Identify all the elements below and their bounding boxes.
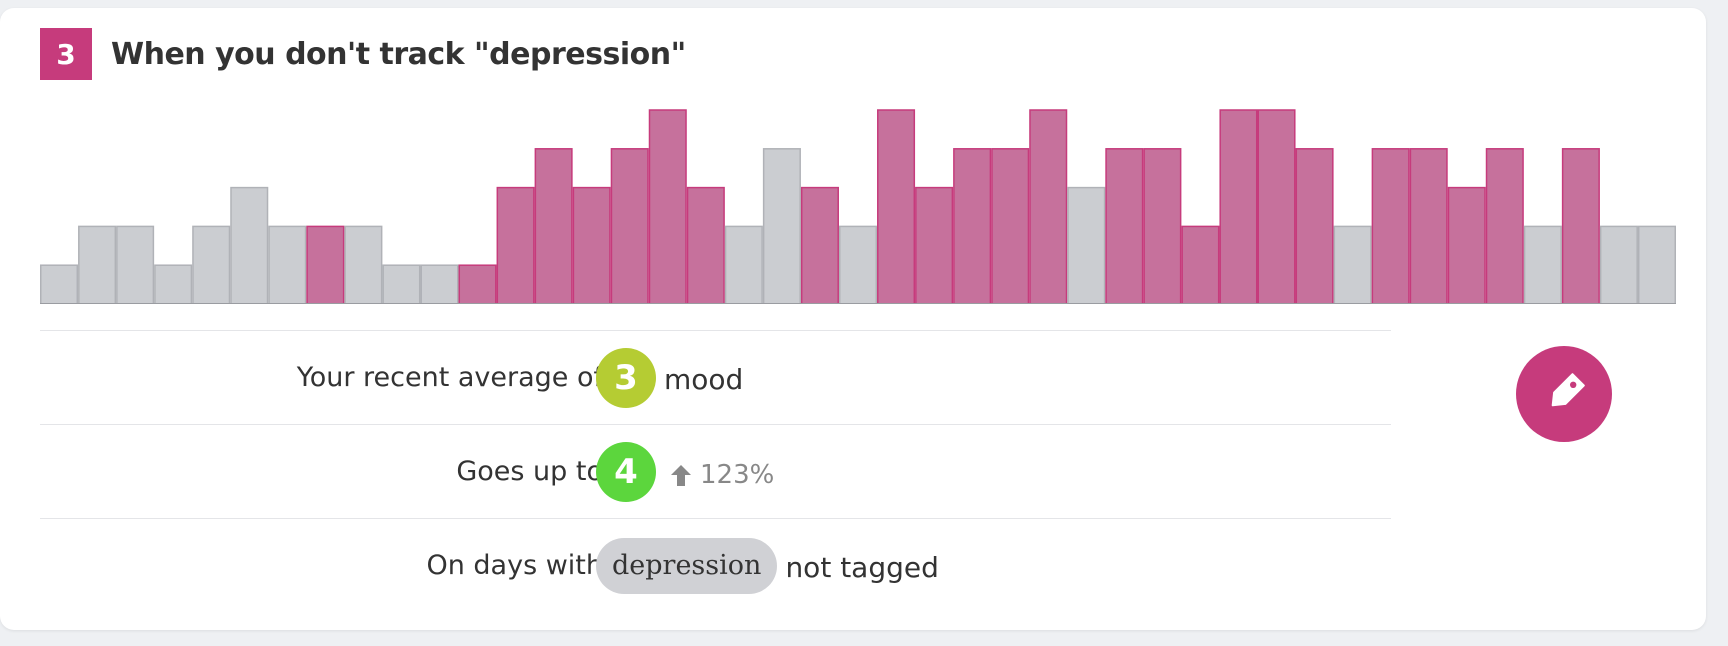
chart-bar [420, 264, 459, 304]
chart-bar [610, 148, 649, 304]
chart-bar [1029, 109, 1068, 304]
chart-bar [1105, 148, 1144, 304]
chart-bar [1333, 225, 1372, 304]
stat-row-goes-up: Goes up to 4 123% [40, 424, 1391, 518]
chart-bar [1219, 109, 1258, 304]
chart-bar [762, 148, 801, 304]
chart-bar [1181, 225, 1220, 304]
chart-bar [1295, 148, 1334, 304]
average-label: Your recent average of [296, 362, 603, 393]
chart-bar [1561, 148, 1600, 304]
chart-bar [1485, 148, 1524, 304]
average-unit: mood [664, 363, 744, 396]
chart-bar [192, 225, 231, 304]
tag-icon [1551, 373, 1585, 407]
chart-bar [534, 148, 573, 304]
average-score-circle: 3 [596, 347, 656, 408]
change-percent: 123% [700, 459, 775, 490]
tag-button[interactable] [1516, 346, 1612, 442]
chart-bar [382, 264, 421, 304]
average-value: 3 mood [596, 331, 743, 424]
condition-label: On days with [426, 550, 603, 581]
card-header: 3 When you don't track "depression" [40, 28, 686, 80]
chart-bar [1599, 225, 1638, 304]
chart-bar [78, 225, 117, 304]
chart-bar [1067, 186, 1106, 304]
chart-bar [1523, 225, 1562, 304]
insight-card: 3 When you don't track "depression" Your… [0, 8, 1706, 630]
stat-row-average: Your recent average of 3 mood [40, 330, 1391, 424]
chart-bar [1447, 186, 1486, 304]
chart-bar [686, 186, 725, 304]
chart-bar [1409, 148, 1448, 304]
goes-up-label: Goes up to [456, 456, 603, 487]
chart-bar [496, 186, 535, 304]
stats-list: Your recent average of 3 mood Goes up to… [40, 330, 1391, 612]
chart-bar [953, 148, 992, 304]
chart-bar [116, 225, 155, 304]
chart-bar [306, 225, 345, 304]
chart-bar [915, 186, 954, 304]
chart-bar [838, 225, 878, 304]
goes-up-value: 4 123% [596, 425, 774, 518]
chart-bar [724, 225, 763, 304]
condition-suffix: not tagged [785, 551, 939, 584]
mood-bar-chart [40, 109, 1676, 304]
stat-row-condition: On days with depression not tagged [40, 518, 1391, 612]
condition-value: depression not tagged [596, 519, 939, 612]
tag-pill-depression[interactable]: depression [596, 537, 778, 594]
chart-bar [344, 225, 383, 304]
chart-bar [800, 186, 839, 304]
chart-bar [1143, 148, 1182, 304]
chart-bar [40, 264, 79, 304]
arrow-up-icon [671, 464, 691, 486]
chart-bar [648, 109, 687, 304]
chart-bar [991, 148, 1030, 304]
chart-bar [1371, 148, 1410, 304]
card-title: When you don't track "depression" [111, 36, 686, 72]
chart-bar [877, 109, 916, 304]
chart-bar [154, 264, 193, 304]
chart-bar [458, 264, 497, 304]
chart-bar [572, 186, 611, 304]
chart-bar [1637, 225, 1676, 304]
chart-bar [268, 225, 307, 304]
goes-up-score-circle: 4 [596, 441, 656, 502]
chart-bar [230, 186, 269, 304]
chart-bar [1257, 109, 1296, 304]
rank-badge: 3 [40, 28, 92, 80]
